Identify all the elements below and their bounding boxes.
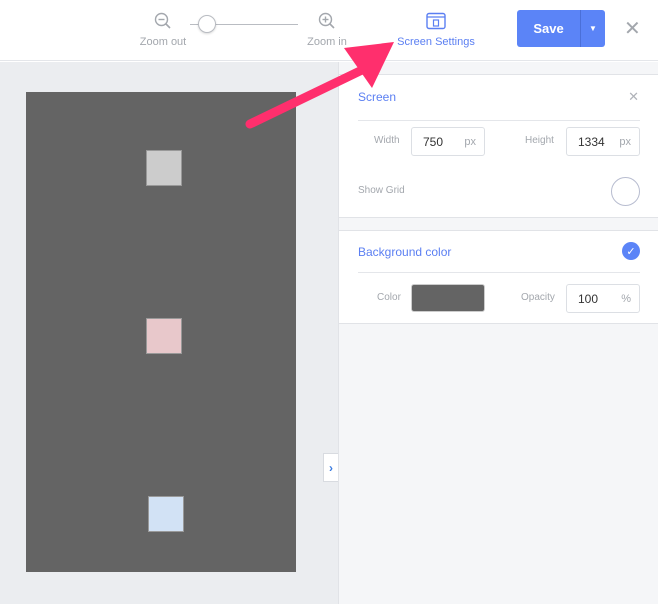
annotation-arrow (245, 42, 394, 129)
